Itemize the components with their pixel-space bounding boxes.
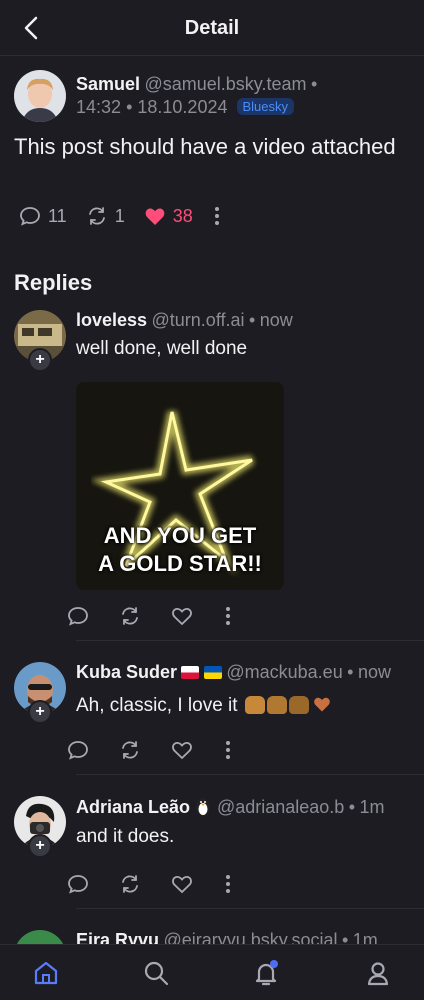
heart-icon[interactable] bbox=[170, 604, 194, 628]
profile-icon[interactable] bbox=[364, 959, 392, 987]
gif-caption: AND YOU GET A GOLD STAR!! bbox=[76, 522, 284, 578]
poland-flag-icon bbox=[181, 666, 200, 679]
more-vertical-icon bbox=[214, 207, 219, 225]
repost-icon[interactable] bbox=[118, 604, 142, 628]
reply-time: 1m bbox=[359, 797, 385, 817]
heart-filled-icon bbox=[145, 208, 165, 225]
reply-time: now bbox=[259, 310, 293, 330]
orange-heart-icon bbox=[314, 697, 330, 712]
author-name[interactable]: Kuba Suder bbox=[76, 662, 177, 682]
post-actions: 11 1 38 bbox=[18, 204, 247, 228]
hand-emoji-icon bbox=[244, 696, 265, 714]
post-text: This post should have a video attached bbox=[14, 134, 396, 159]
author-handle[interactable]: @samuel.bsky.team bbox=[144, 74, 306, 94]
reply-text: Ah, classic, I love it bbox=[76, 694, 333, 717]
comment-icon[interactable] bbox=[66, 738, 90, 762]
reply-text-content: Ah, classic, I love it bbox=[76, 695, 238, 716]
reply-count: 11 bbox=[48, 205, 67, 226]
reply-text: well done, well done bbox=[76, 338, 248, 359]
author-name[interactable]: Adriana Leão bbox=[76, 797, 190, 817]
heart-icon[interactable] bbox=[170, 738, 194, 762]
divider bbox=[76, 640, 424, 641]
follow-plus-icon[interactable]: + bbox=[28, 348, 52, 372]
reply-text: and it does. bbox=[76, 826, 175, 847]
repost-icon bbox=[88, 207, 105, 225]
comment-icon bbox=[20, 207, 40, 226]
home-icon[interactable] bbox=[32, 959, 60, 987]
reply-actions bbox=[66, 872, 262, 896]
more-button[interactable] bbox=[211, 204, 229, 228]
notification-dot bbox=[270, 960, 278, 968]
comment-icon[interactable] bbox=[66, 872, 90, 896]
repost-count: 1 bbox=[114, 205, 125, 226]
more-vertical-icon[interactable] bbox=[222, 872, 234, 896]
gif-image[interactable]: AND YOU GET A GOLD STAR!! bbox=[76, 382, 284, 590]
divider bbox=[76, 908, 424, 909]
repost-icon[interactable] bbox=[118, 738, 142, 762]
divider bbox=[76, 774, 424, 775]
post-time: 14:32 bbox=[76, 97, 122, 117]
author-handle[interactable]: @adrianaleao.b bbox=[217, 797, 344, 817]
author-handle[interactable]: @mackuba.eu bbox=[226, 662, 342, 682]
gif-caption-line: AND YOU GET bbox=[103, 523, 257, 548]
gif-caption-line: A GOLD STAR!! bbox=[98, 551, 262, 576]
replies-heading: Replies bbox=[14, 270, 93, 295]
header: Detail bbox=[0, 0, 424, 56]
ukraine-flag-icon bbox=[203, 666, 222, 679]
separator-dot: • bbox=[248, 310, 256, 330]
separator-dot: • bbox=[347, 662, 354, 682]
like-count: 38 bbox=[172, 205, 193, 226]
like-button[interactable]: 38 bbox=[143, 204, 193, 228]
post-date: 18.10.2024 bbox=[137, 97, 228, 117]
hand-emoji-icon bbox=[266, 696, 287, 714]
search-icon[interactable] bbox=[142, 959, 170, 987]
comment-icon[interactable] bbox=[66, 604, 90, 628]
hand-emoji-icon bbox=[288, 696, 309, 714]
more-vertical-icon[interactable] bbox=[222, 604, 234, 628]
client-badge: Bluesky bbox=[236, 98, 295, 115]
heart-icon[interactable] bbox=[170, 872, 194, 896]
follow-plus-icon[interactable]: + bbox=[28, 834, 52, 858]
author-name[interactable]: loveless bbox=[76, 310, 147, 330]
reply-actions bbox=[66, 738, 262, 762]
author-name[interactable]: Samuel bbox=[76, 74, 140, 94]
penguin-icon bbox=[196, 798, 211, 816]
separator-dot: • bbox=[310, 74, 318, 94]
tab-bar bbox=[0, 944, 424, 1000]
separator-dot: • bbox=[348, 797, 356, 817]
separator-dot: • bbox=[126, 97, 133, 117]
more-vertical-icon[interactable] bbox=[222, 738, 234, 762]
page-title: Detail bbox=[184, 17, 240, 39]
author-handle[interactable]: @turn.off.ai bbox=[152, 310, 245, 330]
avatar[interactable] bbox=[14, 70, 66, 122]
reply-actions bbox=[66, 604, 262, 628]
reply-button[interactable]: 11 bbox=[18, 204, 67, 228]
follow-plus-icon[interactable]: + bbox=[28, 700, 52, 724]
repost-button[interactable]: 1 bbox=[85, 204, 125, 228]
reply-time: now bbox=[357, 662, 391, 682]
repost-icon[interactable] bbox=[118, 872, 142, 896]
